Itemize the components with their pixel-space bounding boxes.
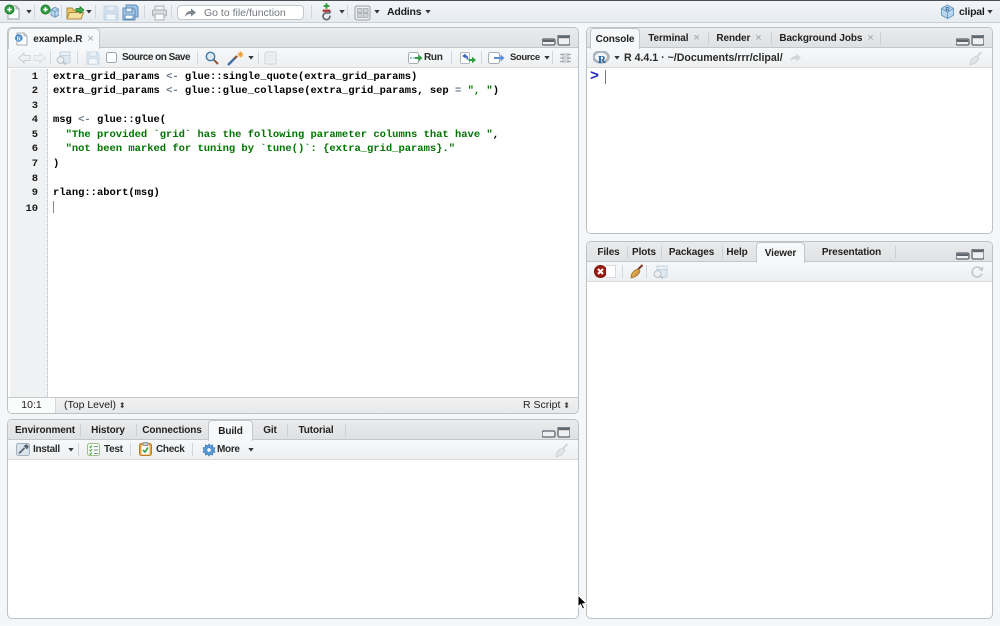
svg-text:R: R: [945, 8, 950, 14]
svg-text:R: R: [598, 54, 607, 65]
svg-text:R: R: [17, 36, 22, 43]
